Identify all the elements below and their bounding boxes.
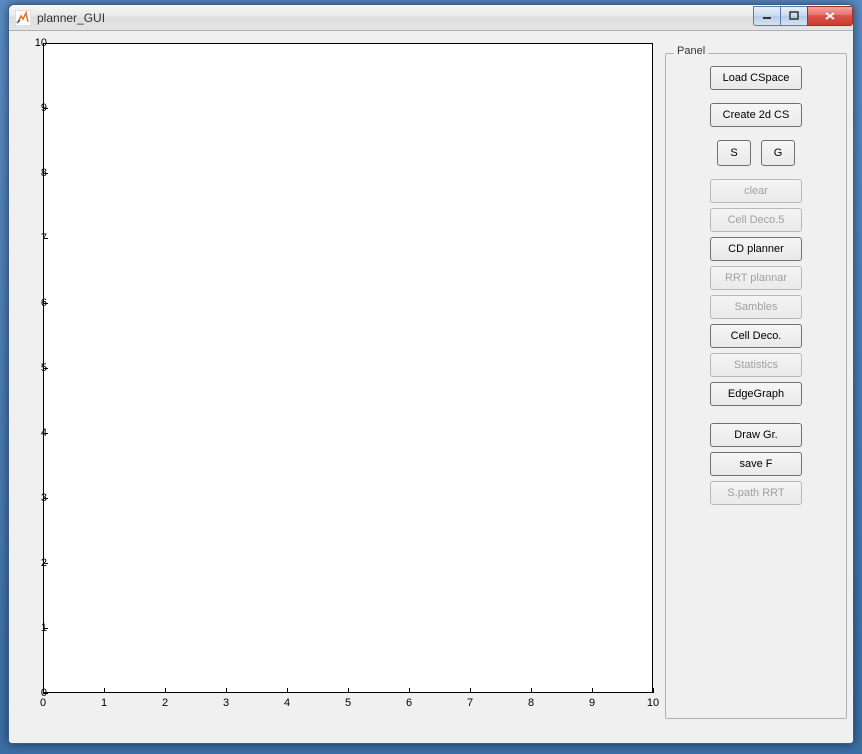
x-tick-mark: [226, 688, 227, 693]
client-area: 012345678910012345678910 Panel Load CSpa…: [9, 31, 853, 743]
x-tick-mark: [592, 688, 593, 693]
x-tick-label: 7: [467, 697, 473, 709]
create-2d-cs-button[interactable]: Create 2d CS: [710, 103, 802, 127]
matlab-icon: [15, 10, 31, 26]
x-tick-label: 0: [40, 697, 46, 709]
y-tick-mark: [43, 43, 48, 44]
x-tick-mark: [409, 688, 410, 693]
panel: Panel Load CSpace Create 2d CS S G clear…: [665, 53, 847, 719]
cd-planner-button[interactable]: CD planner: [710, 237, 802, 261]
x-tick-mark: [287, 688, 288, 693]
x-tick-label: 10: [647, 697, 659, 709]
y-tick-mark: [43, 303, 48, 304]
y-tick-mark: [43, 498, 48, 499]
y-tick-mark: [43, 238, 48, 239]
x-tick-mark: [43, 688, 44, 693]
sambles-button[interactable]: Sambles: [710, 295, 802, 319]
x-tick-label: 9: [589, 697, 595, 709]
g-button[interactable]: G: [761, 140, 795, 166]
x-tick-label: 3: [223, 697, 229, 709]
close-button[interactable]: [807, 6, 853, 26]
sg-row: S G: [717, 140, 795, 166]
x-tick-mark: [531, 688, 532, 693]
save-f-button[interactable]: save F: [710, 452, 802, 476]
x-tick-mark: [348, 688, 349, 693]
x-tick-mark: [470, 688, 471, 693]
panel-body: Load CSpace Create 2d CS S G clear Cell …: [666, 54, 846, 517]
y-tick-mark: [43, 108, 48, 109]
s-path-rrt-button[interactable]: S.path RRT: [710, 481, 802, 505]
app-window: planner_GUI 012345678910012345678910 Pan…: [8, 4, 854, 744]
x-tick-label: 1: [101, 697, 107, 709]
x-tick-mark: [104, 688, 105, 693]
x-tick-label: 2: [162, 697, 168, 709]
panel-legend: Panel: [674, 45, 708, 57]
x-tick-label: 4: [284, 697, 290, 709]
clear-button[interactable]: clear: [710, 179, 802, 203]
maximize-button[interactable]: [780, 6, 808, 26]
y-tick-mark: [43, 693, 48, 694]
edge-graph-button[interactable]: EdgeGraph: [710, 382, 802, 406]
y-tick-mark: [43, 173, 48, 174]
y-tick-mark: [43, 368, 48, 369]
x-tick-label: 6: [406, 697, 412, 709]
x-tick-mark: [165, 688, 166, 693]
cell-deco-button[interactable]: Cell Deco.: [710, 324, 802, 348]
minimize-button[interactable]: [753, 6, 781, 26]
titlebar[interactable]: planner_GUI: [9, 5, 853, 31]
plot-area: 012345678910012345678910: [15, 37, 661, 737]
window-title: planner_GUI: [37, 11, 754, 25]
rrt-plannar-button[interactable]: RRT plannar: [710, 266, 802, 290]
statistics-button[interactable]: Statistics: [710, 353, 802, 377]
cell-deco-5-button[interactable]: Cell Deco.5: [710, 208, 802, 232]
load-cspace-button[interactable]: Load CSpace: [710, 66, 802, 90]
y-tick-mark: [43, 563, 48, 564]
x-tick-label: 8: [528, 697, 534, 709]
axes[interactable]: [43, 43, 653, 693]
window-controls: [754, 6, 853, 26]
y-tick-mark: [43, 433, 48, 434]
y-tick-mark: [43, 628, 48, 629]
s-button[interactable]: S: [717, 140, 751, 166]
draw-gr-button[interactable]: Draw Gr.: [710, 423, 802, 447]
x-tick-label: 5: [345, 697, 351, 709]
x-tick-mark: [653, 688, 654, 693]
